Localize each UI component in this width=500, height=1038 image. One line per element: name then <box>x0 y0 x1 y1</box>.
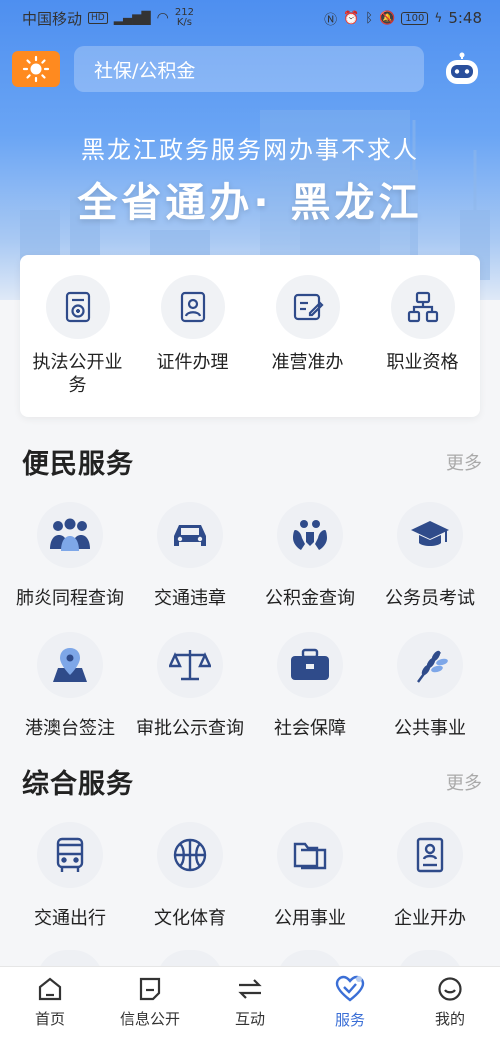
service-approval-query[interactable]: 审批公示查询 <box>130 628 250 758</box>
bottom-tab-bar: 首页 信息公开 互动 服务 我的 <box>0 966 500 1038</box>
search-input[interactable]: 社保/公积金 <box>74 46 424 92</box>
tab-interaction[interactable]: 互动 <box>200 967 300 1038</box>
search-placeholder: 社保/公积金 <box>94 59 196 82</box>
bluetooth-icon: ᛒ <box>365 10 374 26</box>
section-title: 便民服务 <box>22 449 134 480</box>
section-title: 综合服务 <box>22 769 134 800</box>
toolbox-icon <box>291 648 329 680</box>
tab-mine[interactable]: 我的 <box>400 967 500 1038</box>
charging-icon: ϟ <box>434 11 443 25</box>
quick-item-qualification[interactable]: 职业资格 <box>365 255 480 417</box>
comprehensive-section-header: 综合服务 更多 <box>22 762 482 801</box>
service-social-security[interactable]: 社会保障 <box>250 628 370 758</box>
id-card-icon <box>180 291 205 323</box>
service-traffic-violation[interactable]: 交通违章 <box>130 498 250 628</box>
basketball-icon <box>173 838 207 872</box>
law-document-icon <box>65 291 90 323</box>
org-chart-icon <box>407 291 438 323</box>
license-edit-icon <box>293 293 324 321</box>
quick-item-business-permit[interactable]: 准营准办 <box>250 255 365 417</box>
heart-check-icon <box>335 975 365 1002</box>
smile-icon <box>438 977 462 1001</box>
signal-icon: ▂▄▆█ <box>113 11 151 25</box>
service-label: 社会保障 <box>274 718 346 739</box>
quick-item-label: 职业资格 <box>386 352 459 373</box>
note-icon <box>139 977 161 1001</box>
quick-item-certificate[interactable]: 证件办理 <box>135 255 250 417</box>
map-pin-icon <box>53 648 87 682</box>
alarm-icon: ⏰ <box>343 10 360 26</box>
robot-icon <box>446 52 478 84</box>
quick-item-law-enforcement[interactable]: 执法公开业务 <box>20 255 135 417</box>
convenience-section-header: 便民服务 更多 <box>22 442 482 481</box>
service-transport[interactable]: 交通出行 <box>10 818 130 948</box>
assistant-robot-button[interactable] <box>440 47 484 91</box>
quick-item-label: 准营准办 <box>271 352 344 373</box>
tab-label: 我的 <box>434 1010 465 1028</box>
service-label: 公共事业 <box>394 718 466 739</box>
battery-indicator: 100 <box>401 11 429 25</box>
quick-item-label: 证件办理 <box>156 352 229 373</box>
service-hk-macao-taiwan[interactable]: 港澳台签注 <box>10 628 130 758</box>
service-label: 公积金查询 <box>265 588 355 609</box>
convenience-grid: 肺炎同程查询 交通违章 公积金查询 公务员考试 港澳台签注 审批公示查询 社会保… <box>10 498 490 758</box>
service-label: 交通出行 <box>34 908 106 929</box>
folder-icon <box>293 842 327 870</box>
hands-icon <box>293 520 327 550</box>
wheat-icon <box>417 650 448 683</box>
scales-icon <box>169 650 211 681</box>
service-label: 肺炎同程查询 <box>16 588 124 609</box>
tab-info[interactable]: 信息公开 <box>100 967 200 1038</box>
service-label: 交通违章 <box>154 588 226 609</box>
tab-label: 服务 <box>334 1011 365 1029</box>
home-icon <box>38 977 62 1001</box>
sun-icon <box>22 55 50 83</box>
service-public-affairs[interactable]: 公共事业 <box>370 628 490 758</box>
hero-subtitle: 黑龙江政务服务网办事不求人 <box>81 136 419 164</box>
service-label: 企业开办 <box>394 908 466 929</box>
carrier-label: 中国移动 <box>22 9 83 28</box>
bus-icon <box>56 837 84 872</box>
tab-label: 首页 <box>34 1010 65 1028</box>
service-label: 公务员考试 <box>385 588 475 609</box>
group-lungs-icon <box>50 518 90 551</box>
tab-label: 信息公开 <box>119 1010 180 1028</box>
service-utilities[interactable]: 公用事业 <box>250 818 370 948</box>
weather-button[interactable] <box>12 51 60 87</box>
service-business-setup[interactable]: 企业开办 <box>370 818 490 948</box>
hero-title: 全省通办· 黑龙江 <box>77 180 423 226</box>
search-row: 社保/公积金 <box>12 44 488 94</box>
wifi-icon: ◠ <box>156 10 169 26</box>
tab-home[interactable]: 首页 <box>0 967 100 1038</box>
service-label: 审批公示查询 <box>136 718 244 739</box>
hd-badge: HD <box>88 12 108 24</box>
service-label: 港澳台签注 <box>25 718 115 739</box>
quick-access-card: 执法公开业务 证件办理 准营准办 职业资格 <box>20 255 480 417</box>
service-civil-exam[interactable]: 公务员考试 <box>370 498 490 628</box>
network-speed: 212 K/s <box>175 8 194 28</box>
more-link[interactable]: 更多 <box>446 449 482 475</box>
service-pneumonia-trip[interactable]: 肺炎同程查询 <box>10 498 130 628</box>
nfc-icon: Ⓝ <box>324 12 338 28</box>
network-speed-unit: K/s <box>176 17 192 28</box>
more-link[interactable]: 更多 <box>446 769 482 795</box>
service-culture-sports[interactable]: 文化体育 <box>130 818 250 948</box>
exchange-icon <box>238 979 262 999</box>
graduation-cap-icon <box>411 521 449 546</box>
certificate-icon <box>416 837 444 873</box>
clock-time: 5:48 <box>448 9 482 27</box>
tab-label: 互动 <box>234 1010 265 1028</box>
comprehensive-grid: 交通出行 文化体育 公用事业 企业开办 <box>10 818 490 948</box>
status-bar: 中国移动 HD ▂▄▆█ ◠ 212 K/s Ⓝ ⏰ ᛒ 🔕 100 ϟ 5:4… <box>0 0 500 36</box>
service-housing-fund[interactable]: 公积金查询 <box>250 498 370 628</box>
mute-icon: 🔕 <box>379 10 396 26</box>
tab-services[interactable]: 服务 <box>300 967 400 1038</box>
quick-item-label: 执法公开业务 <box>32 352 123 396</box>
car-icon <box>174 525 206 546</box>
service-label: 公用事业 <box>274 908 346 929</box>
service-label: 文化体育 <box>154 908 226 929</box>
